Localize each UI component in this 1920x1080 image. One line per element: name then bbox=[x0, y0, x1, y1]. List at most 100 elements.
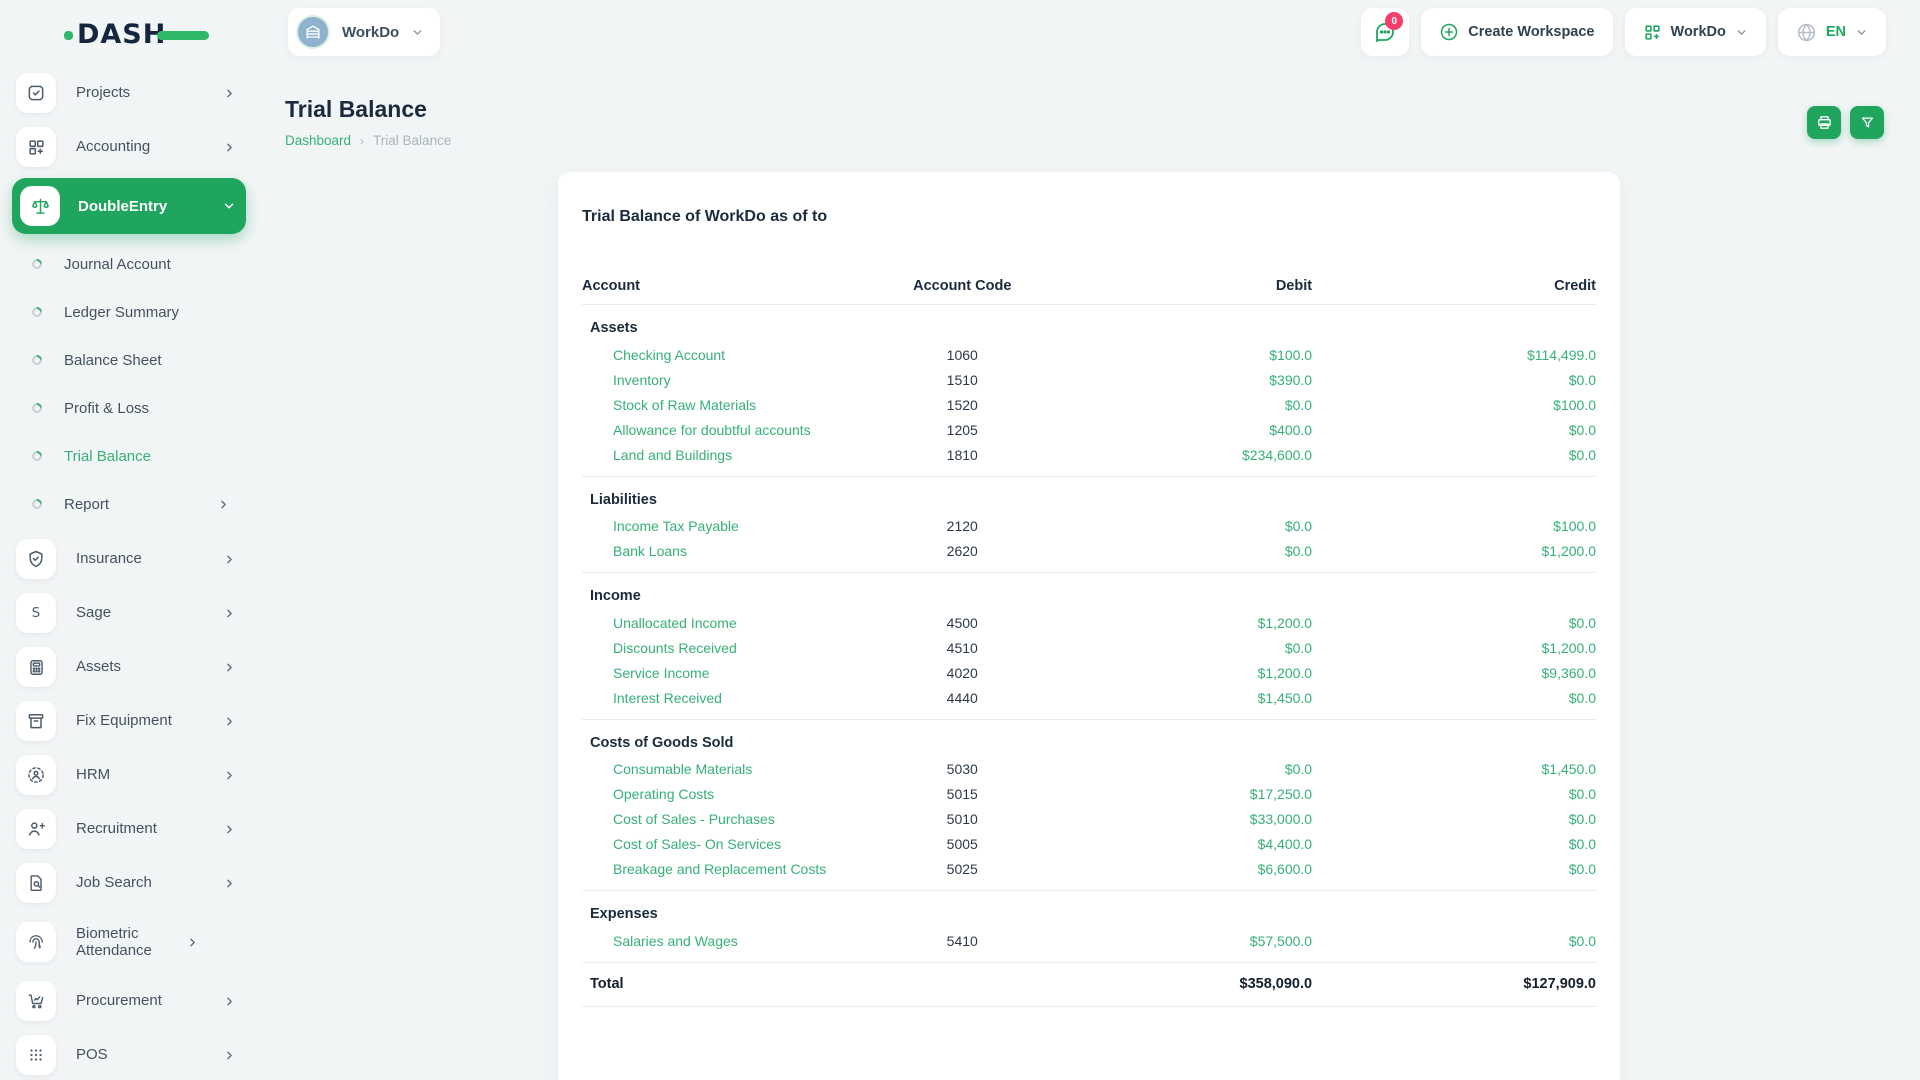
account-code: 5010 bbox=[946, 811, 978, 827]
account-link[interactable]: Unallocated Income bbox=[582, 610, 836, 635]
page-title: Trial Balance bbox=[285, 96, 427, 122]
chevron-down-icon bbox=[1857, 29, 1866, 35]
messages-button[interactable]: 0 bbox=[1361, 8, 1410, 56]
sidebar-subitem-trial-balance[interactable]: Trial Balance bbox=[16, 432, 242, 480]
sidebar-item-label: Insurance bbox=[76, 550, 142, 568]
table-row: Land and Buildings 1810 $234,600.0 $0.0 bbox=[582, 442, 1596, 477]
credit-value: $0.0 bbox=[1568, 421, 1596, 438]
account-link[interactable]: Inventory bbox=[582, 367, 836, 392]
sidebar-item-biometric-attendance[interactable]: Biometric Attendance bbox=[16, 910, 242, 974]
section-title-row: Income bbox=[582, 573, 1596, 611]
bullet-icon bbox=[29, 400, 45, 416]
create-workspace-button[interactable]: Create Workspace bbox=[1421, 8, 1613, 56]
account-link[interactable]: Service Income bbox=[582, 660, 836, 685]
account-code: 4500 bbox=[946, 614, 978, 631]
sidebar-subitem-balance-sheet[interactable]: Balance Sheet bbox=[16, 336, 242, 384]
credit-value: $0.0 bbox=[1312, 856, 1596, 891]
account-link[interactable]: Breakage and Replacement Costs bbox=[582, 856, 836, 891]
print-button[interactable] bbox=[1807, 106, 1841, 139]
total-label: Total bbox=[582, 962, 836, 1007]
credit-value: $114,499.0 bbox=[1526, 346, 1596, 363]
breadcrumb-separator-icon: › bbox=[360, 133, 365, 148]
account-link[interactable]: Bank Loans bbox=[582, 538, 836, 573]
account-link[interactable]: Cost of Sales- On Services bbox=[582, 832, 836, 857]
table-row: Checking Account 1060 $100.0 $114,499.0 bbox=[582, 342, 1596, 367]
sidebar-subitem-journal-account[interactable]: Journal Account bbox=[16, 240, 242, 288]
breadcrumb-dashboard-link[interactable]: Dashboard bbox=[285, 133, 351, 148]
sidebar-item-label: Sage bbox=[76, 604, 112, 622]
account-link[interactable]: Allowance for doubtful accounts bbox=[582, 417, 836, 442]
sidebar-item-label: DoubleEntry bbox=[78, 197, 168, 215]
sidebar-item-label: Biometric Attendance bbox=[76, 924, 152, 959]
filter-button[interactable] bbox=[1850, 106, 1884, 139]
total-credit: $127,909.0 bbox=[1312, 962, 1596, 1007]
debit-value: $0.0 bbox=[1284, 761, 1313, 777]
account-link[interactable]: Income Tax Payable bbox=[582, 514, 836, 539]
sidebar-item-job-search[interactable]: Job Search bbox=[16, 856, 242, 910]
account-code: 5025 bbox=[835, 856, 1089, 891]
subitem-label: Report bbox=[64, 495, 110, 513]
section-title: Costs of Goods Sold bbox=[590, 734, 734, 751]
sidebar-item-insurance[interactable]: Insurance bbox=[16, 532, 242, 586]
debit-value: $4,400.0 bbox=[1257, 836, 1313, 852]
chevron-right-icon bbox=[223, 877, 236, 890]
account-link[interactable]: Salaries and Wages bbox=[582, 928, 836, 963]
table-header-row: Account Account Code Debit Credit bbox=[582, 272, 1596, 305]
sidebar-item-recruitment[interactable]: Recruitment bbox=[16, 802, 242, 856]
workspace-dropdown[interactable]: WorkDo bbox=[1624, 8, 1766, 56]
workspace-switcher[interactable]: WorkDo bbox=[288, 8, 441, 56]
account-code: 1810 bbox=[835, 442, 1089, 477]
sidebar-item-pos[interactable]: POS bbox=[16, 1028, 242, 1080]
debit-value: $17,250.0 bbox=[1249, 786, 1313, 802]
sidebar-item-fix-equipment[interactable]: Fix Equipment bbox=[16, 694, 242, 748]
sidebar-subitem-report[interactable]: Report bbox=[16, 480, 242, 528]
sidebar-item-hrm[interactable]: HRM bbox=[16, 748, 242, 802]
table-row: Consumable Materials 5030 $0.0 $1,450.0 bbox=[582, 757, 1596, 782]
subitem-label: Journal Account bbox=[64, 255, 171, 273]
chevron-right-icon bbox=[223, 607, 236, 620]
subitem-label: Balance Sheet bbox=[64, 351, 162, 369]
top-right-actions: 0 Create Workspace WorkDo EN bbox=[1361, 8, 1886, 56]
account-link[interactable]: Consumable Materials bbox=[582, 757, 836, 782]
account-link[interactable]: Interest Received bbox=[582, 685, 836, 720]
section-title: Income bbox=[590, 588, 641, 604]
table-row: Discounts Received 4510 $0.0 $1,200.0 bbox=[582, 635, 1596, 660]
account-link[interactable]: Cost of Sales - Purchases bbox=[582, 807, 836, 832]
bullet-icon bbox=[29, 448, 45, 464]
debit-value: $400.0 bbox=[1269, 421, 1313, 438]
debit-value: $0.0 bbox=[1284, 518, 1313, 534]
account-link[interactable]: Stock of Raw Materials bbox=[582, 392, 836, 417]
chevron-right-icon bbox=[223, 715, 236, 728]
sidebar-item-label: Recruitment bbox=[76, 820, 157, 838]
language-selector[interactable]: EN bbox=[1777, 8, 1886, 56]
account-link[interactable]: Land and Buildings bbox=[582, 442, 836, 477]
section-title-row: Assets bbox=[582, 305, 1596, 343]
dash-logo[interactable]: DASH bbox=[64, 16, 214, 50]
credit-value: $0.0 bbox=[1568, 786, 1596, 802]
account-code: 5030 bbox=[946, 761, 978, 777]
sidebar-subitem-profit-loss[interactable]: Profit & Loss bbox=[16, 384, 242, 432]
sidebar-item-sage[interactable]: S Sage bbox=[16, 586, 242, 640]
sidebar-item-procurement[interactable]: Procurement bbox=[16, 974, 242, 1028]
sidebar-item-projects[interactable]: Projects bbox=[16, 66, 242, 120]
sidebar-item-accounting[interactable]: Accounting bbox=[16, 120, 242, 174]
column-header-debit: Debit bbox=[1089, 272, 1313, 305]
debit-value: $0.0 bbox=[1284, 396, 1313, 413]
credit-value: $0.0 bbox=[1568, 811, 1596, 827]
chevron-right-icon bbox=[186, 936, 199, 949]
account-link[interactable]: Discounts Received bbox=[582, 635, 836, 660]
account-code: 4440 bbox=[835, 685, 1089, 720]
credit-value: $0.0 bbox=[1568, 614, 1596, 631]
sidebar-item-doubleentry[interactable]: DoubleEntry bbox=[12, 178, 246, 234]
sidebar-item-assets[interactable]: Assets bbox=[16, 640, 242, 694]
table-row: Salaries and Wages 5410 $57,500.0 $0.0 bbox=[582, 928, 1596, 963]
create-workspace-label: Create Workspace bbox=[1468, 24, 1595, 40]
page-actions bbox=[1807, 106, 1884, 139]
table-row: Stock of Raw Materials 1520 $0.0 $100.0 bbox=[582, 392, 1596, 417]
credit-value: $1,200.0 bbox=[1312, 538, 1596, 573]
account-code: 1205 bbox=[946, 421, 978, 438]
chevron-right-icon bbox=[223, 87, 236, 100]
account-link[interactable]: Checking Account bbox=[582, 342, 836, 367]
account-link[interactable]: Operating Costs bbox=[582, 782, 836, 807]
sidebar-subitem-ledger-summary[interactable]: Ledger Summary bbox=[16, 288, 242, 336]
